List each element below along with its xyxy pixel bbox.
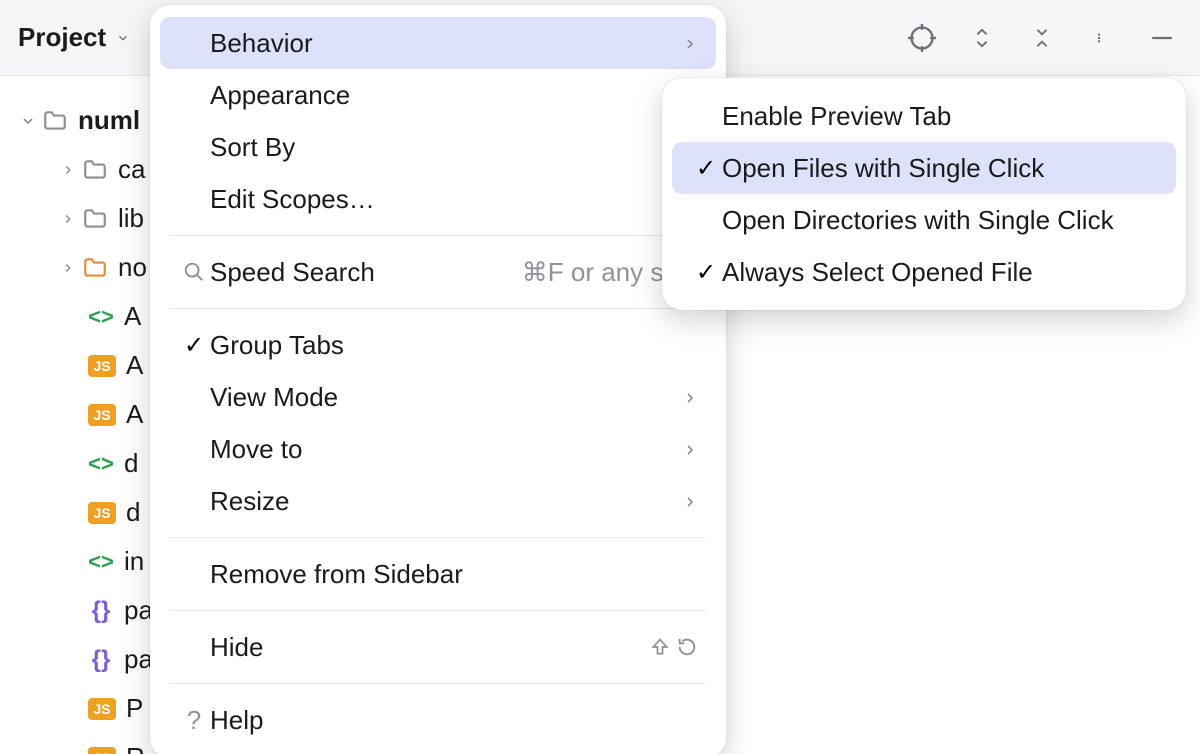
menu-item-move-to[interactable]: Move to — [160, 423, 716, 475]
folder-icon — [82, 157, 108, 183]
tree-item-label: ca — [118, 154, 145, 185]
tool-window-title[interactable]: Project — [18, 22, 130, 53]
menu-separator — [170, 610, 706, 611]
menu-item-edit-scopes[interactable]: Edit Scopes… — [160, 173, 716, 225]
menu-item-open-files-single-click[interactable]: ✓ Open Files with Single Click — [672, 142, 1176, 194]
tree-item-label: no — [118, 252, 147, 283]
menu-item-label: Behavior — [210, 28, 313, 59]
js-file-icon: JS — [88, 355, 116, 377]
menu-item-label: Resize — [210, 486, 289, 517]
escape-icon — [676, 636, 698, 658]
chevron-right-icon — [54, 212, 82, 226]
minimize-icon[interactable] — [1144, 20, 1180, 56]
tree-item-label: pa — [124, 644, 153, 675]
menu-item-label: Appearance — [210, 80, 350, 111]
js-file-icon: JS — [88, 404, 116, 426]
menu-item-hide[interactable]: Hide — [160, 621, 716, 673]
menu-item-label: Open Files with Single Click — [722, 153, 1044, 184]
locate-icon[interactable] — [904, 20, 940, 56]
html-file-icon: <> — [88, 451, 114, 477]
chevron-right-icon — [682, 382, 698, 413]
tree-item-label: A — [126, 399, 143, 430]
menu-item-help[interactable]: ? Help — [160, 694, 716, 746]
tree-root-label: numl — [78, 105, 140, 136]
tree-item-label: A — [124, 301, 141, 332]
menu-separator — [170, 537, 706, 538]
menu-separator — [170, 235, 706, 236]
toolwindow-options-menu: Behavior Appearance Sort By Edit Scopes…… — [150, 5, 726, 754]
menu-item-label: Open Directories with Single Click — [722, 205, 1114, 236]
menu-item-label: Always Select Opened File — [722, 257, 1033, 288]
menu-item-remove-from-sidebar[interactable]: Remove from Sidebar — [160, 548, 716, 600]
menu-item-label: Hide — [210, 632, 263, 663]
search-icon — [178, 261, 210, 283]
menu-item-enable-preview-tab[interactable]: Enable Preview Tab — [672, 90, 1176, 142]
menu-item-label: Enable Preview Tab — [722, 101, 951, 132]
html-file-icon: <> — [88, 549, 114, 575]
tree-item-label: A — [126, 350, 143, 381]
chevron-down-icon — [14, 113, 42, 129]
expand-collapse-icon[interactable] — [964, 20, 1000, 56]
menu-item-always-select-opened-file[interactable]: ✓ Always Select Opened File — [672, 246, 1176, 298]
checkmark-icon: ✓ — [690, 258, 722, 287]
js-file-icon: JS — [88, 747, 116, 754]
menu-item-label: Edit Scopes… — [210, 184, 375, 215]
menu-item-open-dirs-single-click[interactable]: Open Directories with Single Click — [672, 194, 1176, 246]
menu-separator — [170, 308, 706, 309]
chevron-right-icon — [54, 163, 82, 177]
chevron-right-icon — [54, 261, 82, 275]
menu-item-label: Sort By — [210, 132, 295, 163]
menu-item-label: Group Tabs — [210, 330, 344, 361]
checkmark-icon: ✓ — [178, 331, 210, 360]
menu-item-label: Help — [210, 705, 263, 736]
menu-item-group-tabs[interactable]: ✓ Group Tabs — [160, 319, 716, 371]
tool-window-title-label: Project — [18, 22, 106, 53]
folder-icon — [42, 108, 68, 134]
json-file-icon: {} — [88, 598, 114, 624]
tree-item-label: pa — [124, 595, 153, 626]
tree-item-label: lib — [118, 203, 144, 234]
collapse-all-icon[interactable] — [1024, 20, 1060, 56]
menu-item-label: View Mode — [210, 382, 338, 413]
help-icon: ? — [178, 705, 210, 736]
menu-item-label: Speed Search — [210, 257, 375, 288]
folder-icon — [82, 255, 108, 281]
js-file-icon: JS — [88, 502, 116, 524]
menu-item-view-mode[interactable]: View Mode — [160, 371, 716, 423]
tree-item-label: P — [126, 693, 143, 724]
chevron-down-icon — [116, 31, 130, 45]
menu-item-appearance[interactable]: Appearance — [160, 69, 716, 121]
html-file-icon: <> — [88, 304, 114, 330]
menu-item-label: Move to — [210, 434, 303, 465]
checkmark-icon: ✓ — [690, 154, 722, 183]
shift-icon — [650, 637, 670, 657]
menu-item-sort-by[interactable]: Sort By — [160, 121, 716, 173]
menu-item-behavior[interactable]: Behavior — [160, 17, 716, 69]
chevron-right-icon — [682, 28, 698, 59]
behavior-submenu: Enable Preview Tab ✓ Open Files with Sin… — [662, 78, 1186, 310]
shortcut-hint — [650, 636, 698, 658]
menu-item-speed-search[interactable]: Speed Search ⌘F or any sym — [160, 246, 716, 298]
menu-separator — [170, 683, 706, 684]
menu-item-resize[interactable]: Resize — [160, 475, 716, 527]
json-file-icon: {} — [88, 647, 114, 673]
folder-icon — [82, 206, 108, 232]
tree-item-label: R — [126, 742, 145, 754]
js-file-icon: JS — [88, 698, 116, 720]
tree-item-label: d — [126, 497, 140, 528]
chevron-right-icon — [682, 434, 698, 465]
more-options-icon[interactable] — [1084, 20, 1120, 56]
tree-item-label: d — [124, 448, 138, 479]
chevron-right-icon — [682, 486, 698, 517]
toolbar-actions — [904, 20, 1180, 56]
menu-item-label: Remove from Sidebar — [210, 559, 463, 590]
tree-item-label: in — [124, 546, 144, 577]
